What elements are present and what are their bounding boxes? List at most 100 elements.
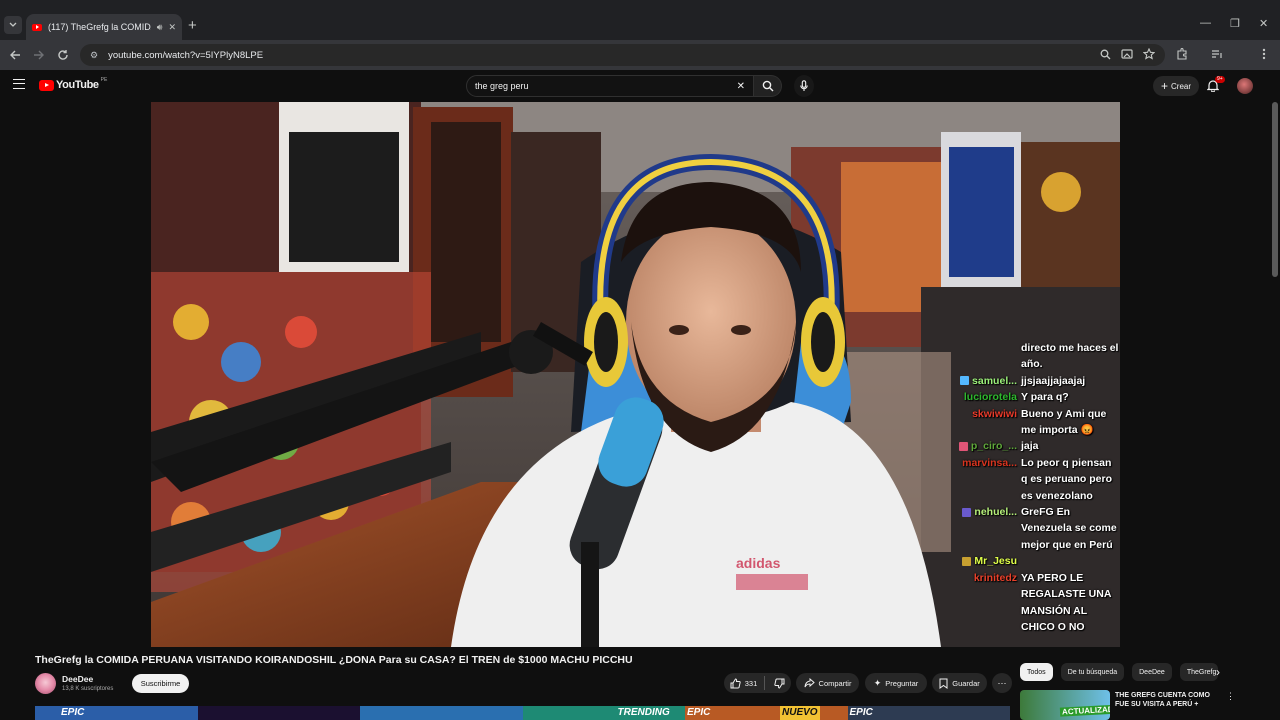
chat-username-text: nehuel... — [974, 506, 1017, 519]
chip-channel-deedee[interactable]: DeeDee — [1132, 663, 1172, 681]
search-input[interactable]: the greg peru ✕ — [466, 75, 754, 97]
chat-username: samuel... — [929, 373, 1021, 389]
url-text[interactable]: youtube.com/watch?v=5IYPlyN8LPE — [108, 50, 263, 61]
like-count: 331 — [744, 678, 758, 688]
forward-arrow-icon[interactable] — [33, 49, 45, 61]
share-button[interactable]: Compartir — [796, 673, 859, 693]
chat-badge-icon — [962, 556, 972, 566]
share-label: Compartir — [818, 678, 852, 688]
strip-thumbnail[interactable]: EPIC — [35, 706, 198, 720]
more-horizontal-icon: ⋯ — [997, 677, 1007, 688]
hamburger-menu-icon[interactable] — [13, 79, 25, 89]
browser-tab-active[interactable]: (117) TheGrefg la COMIDA P 🔊︎ ✕ — [26, 14, 182, 40]
more-actions-button[interactable]: ⋯ — [992, 673, 1012, 693]
strip-thumbnail[interactable] — [197, 706, 360, 720]
ask-button[interactable]: ✦ Preguntar — [865, 673, 927, 693]
chevron-right-icon[interactable]: › — [1216, 665, 1220, 679]
chat-username-text: luciorotela — [963, 391, 1017, 404]
chat-username — [929, 356, 1021, 372]
cast-icon[interactable] — [1121, 49, 1133, 60]
strip-thumbnail[interactable]: EPIC NUEVO — [685, 706, 848, 720]
chat-message: luciorotela Y para q? — [929, 389, 1120, 405]
chevron-down-icon — [9, 22, 17, 27]
chat-username: nehuel... — [929, 504, 1021, 553]
kebab-icon[interactable]: ⋮ — [1226, 691, 1235, 702]
tab-search-button[interactable] — [4, 16, 22, 34]
like-button[interactable]: 331 — [730, 676, 766, 690]
create-button[interactable]: + Crear — [1153, 76, 1200, 96]
puzzle-icon[interactable] — [1176, 48, 1188, 60]
omnibox[interactable]: ⚙︎ youtube.com/watch?v=5IYPlyN8LPE — [80, 44, 1165, 66]
chat-badge-icon — [958, 441, 968, 451]
tab-title: (117) TheGrefg la COMIDA P — [48, 22, 151, 32]
thumbs-down-icon — [774, 678, 785, 689]
chat-message-text: YA PERO LE REGALASTE UNA MANSIÓN AL CHIC… — [1021, 571, 1112, 633]
zoom-icon[interactable] — [1100, 49, 1111, 60]
country-code: PE — [100, 77, 108, 83]
browser-address-bar: ⚙︎ youtube.com/watch?v=5IYPlyN8LPE — [0, 40, 1280, 102]
subscribe-button[interactable]: Suscribirme — [132, 674, 189, 693]
chat-message: krinitedz YA PERO LE REGALASTE UNA MANSIÓ… — [929, 570, 1120, 636]
window-close-icon[interactable]: ✕ — [1259, 17, 1268, 30]
chat-message-text: jjsjaajjajaajaj — [1021, 374, 1086, 387]
dislike-button[interactable] — [769, 678, 785, 689]
recommendation-thumbnail[interactable]: ACTUALIZADO — [1020, 690, 1110, 720]
save-label: Guardar — [952, 678, 980, 688]
save-button[interactable]: Guardar — [932, 673, 987, 693]
video-player[interactable]: adidas directo me haces el año. samuel... j… — [151, 102, 1120, 647]
account-avatar[interactable] — [1237, 78, 1253, 94]
chat-badge-icon — [962, 507, 972, 517]
restore-icon[interactable]: ❐ — [1230, 17, 1240, 30]
chat-username-text: samuel... — [972, 374, 1017, 387]
bookmark-icon — [939, 678, 948, 689]
chat-username: Mr_Jesu — [929, 553, 1021, 569]
strip-thumbnail[interactable]: TRENDING — [522, 706, 685, 720]
recommendation-title[interactable]: THE GREFG CUENTA COMO FUE SU VISITA A PE… — [1115, 691, 1220, 709]
chat-message-text — [1021, 553, 1120, 569]
youtube-logo[interactable]: YouTube PE — [39, 77, 108, 91]
page-scrollbar[interactable] — [1270, 102, 1280, 720]
create-label: Crear — [1171, 81, 1192, 91]
clear-search-icon[interactable]: ✕ — [737, 81, 745, 92]
chat-message: Mr_Jesu — [929, 553, 1120, 569]
chat-message: nehuel... GreFG En Venezuela se come mejo… — [929, 504, 1120, 553]
speaker-icon[interactable]: 🔊︎ — [157, 22, 163, 33]
chat-message-text: GreFG En Venezuela se come mejor que en … — [1021, 506, 1117, 551]
strip-thumbnail[interactable] — [360, 706, 523, 720]
channel-avatar[interactable] — [35, 673, 56, 694]
chat-username-text: marvinsa... — [962, 456, 1017, 469]
chat-message-text: año. — [1021, 358, 1043, 371]
search-value[interactable]: the greg peru — [475, 81, 737, 91]
back-arrow-icon[interactable] — [9, 49, 21, 61]
youtube-logo-icon — [39, 79, 54, 91]
minimize-icon[interactable]: — — [1200, 17, 1211, 29]
thumbs-up-icon — [730, 677, 741, 688]
voice-search-button[interactable] — [794, 75, 814, 97]
star-icon[interactable] — [1143, 48, 1155, 60]
chat-username: marvinsa... — [929, 455, 1021, 504]
new-tab-plus-icon[interactable]: + — [188, 18, 197, 34]
chip-thegrefg[interactable]: TheGrefg — [1179, 663, 1218, 681]
chip-from-search[interactable]: De tu búsqueda — [1060, 663, 1125, 681]
strip-thumbnail[interactable]: EPIC — [847, 706, 1010, 720]
media-control-icon[interactable] — [1211, 48, 1223, 60]
channel-name[interactable]: DeeDee — [62, 674, 93, 684]
tab-close-icon[interactable]: ✕ — [168, 22, 176, 33]
chat-message: marvinsa... Lo peor q piensan q es peruan… — [929, 455, 1120, 504]
chat-username-text: skwiwiwi — [972, 407, 1017, 420]
site-info-icon[interactable]: ⚙︎ — [90, 50, 98, 61]
scrollbar-thumb[interactable] — [1272, 102, 1278, 277]
chat-badge-icon — [960, 376, 970, 386]
youtube-favicon-icon — [32, 23, 42, 31]
chip-all[interactable]: Todos — [1020, 663, 1053, 681]
kebab-icon[interactable] — [1262, 48, 1266, 60]
reload-icon[interactable] — [57, 49, 69, 61]
chat-username: krinitedz — [929, 570, 1021, 636]
sparkle-icon: ✦ — [873, 677, 882, 688]
chat-message-text: Y para q? — [1021, 391, 1069, 404]
chat-username: luciorotela — [929, 389, 1021, 405]
browser-tab-bar: (117) TheGrefg la COMIDA P 🔊︎ ✕ + — ❐ ✕ — [0, 0, 1280, 40]
search-button[interactable] — [754, 75, 782, 97]
microphone-icon — [800, 80, 808, 91]
chat-username-text: Mr_Jesu — [974, 555, 1017, 568]
